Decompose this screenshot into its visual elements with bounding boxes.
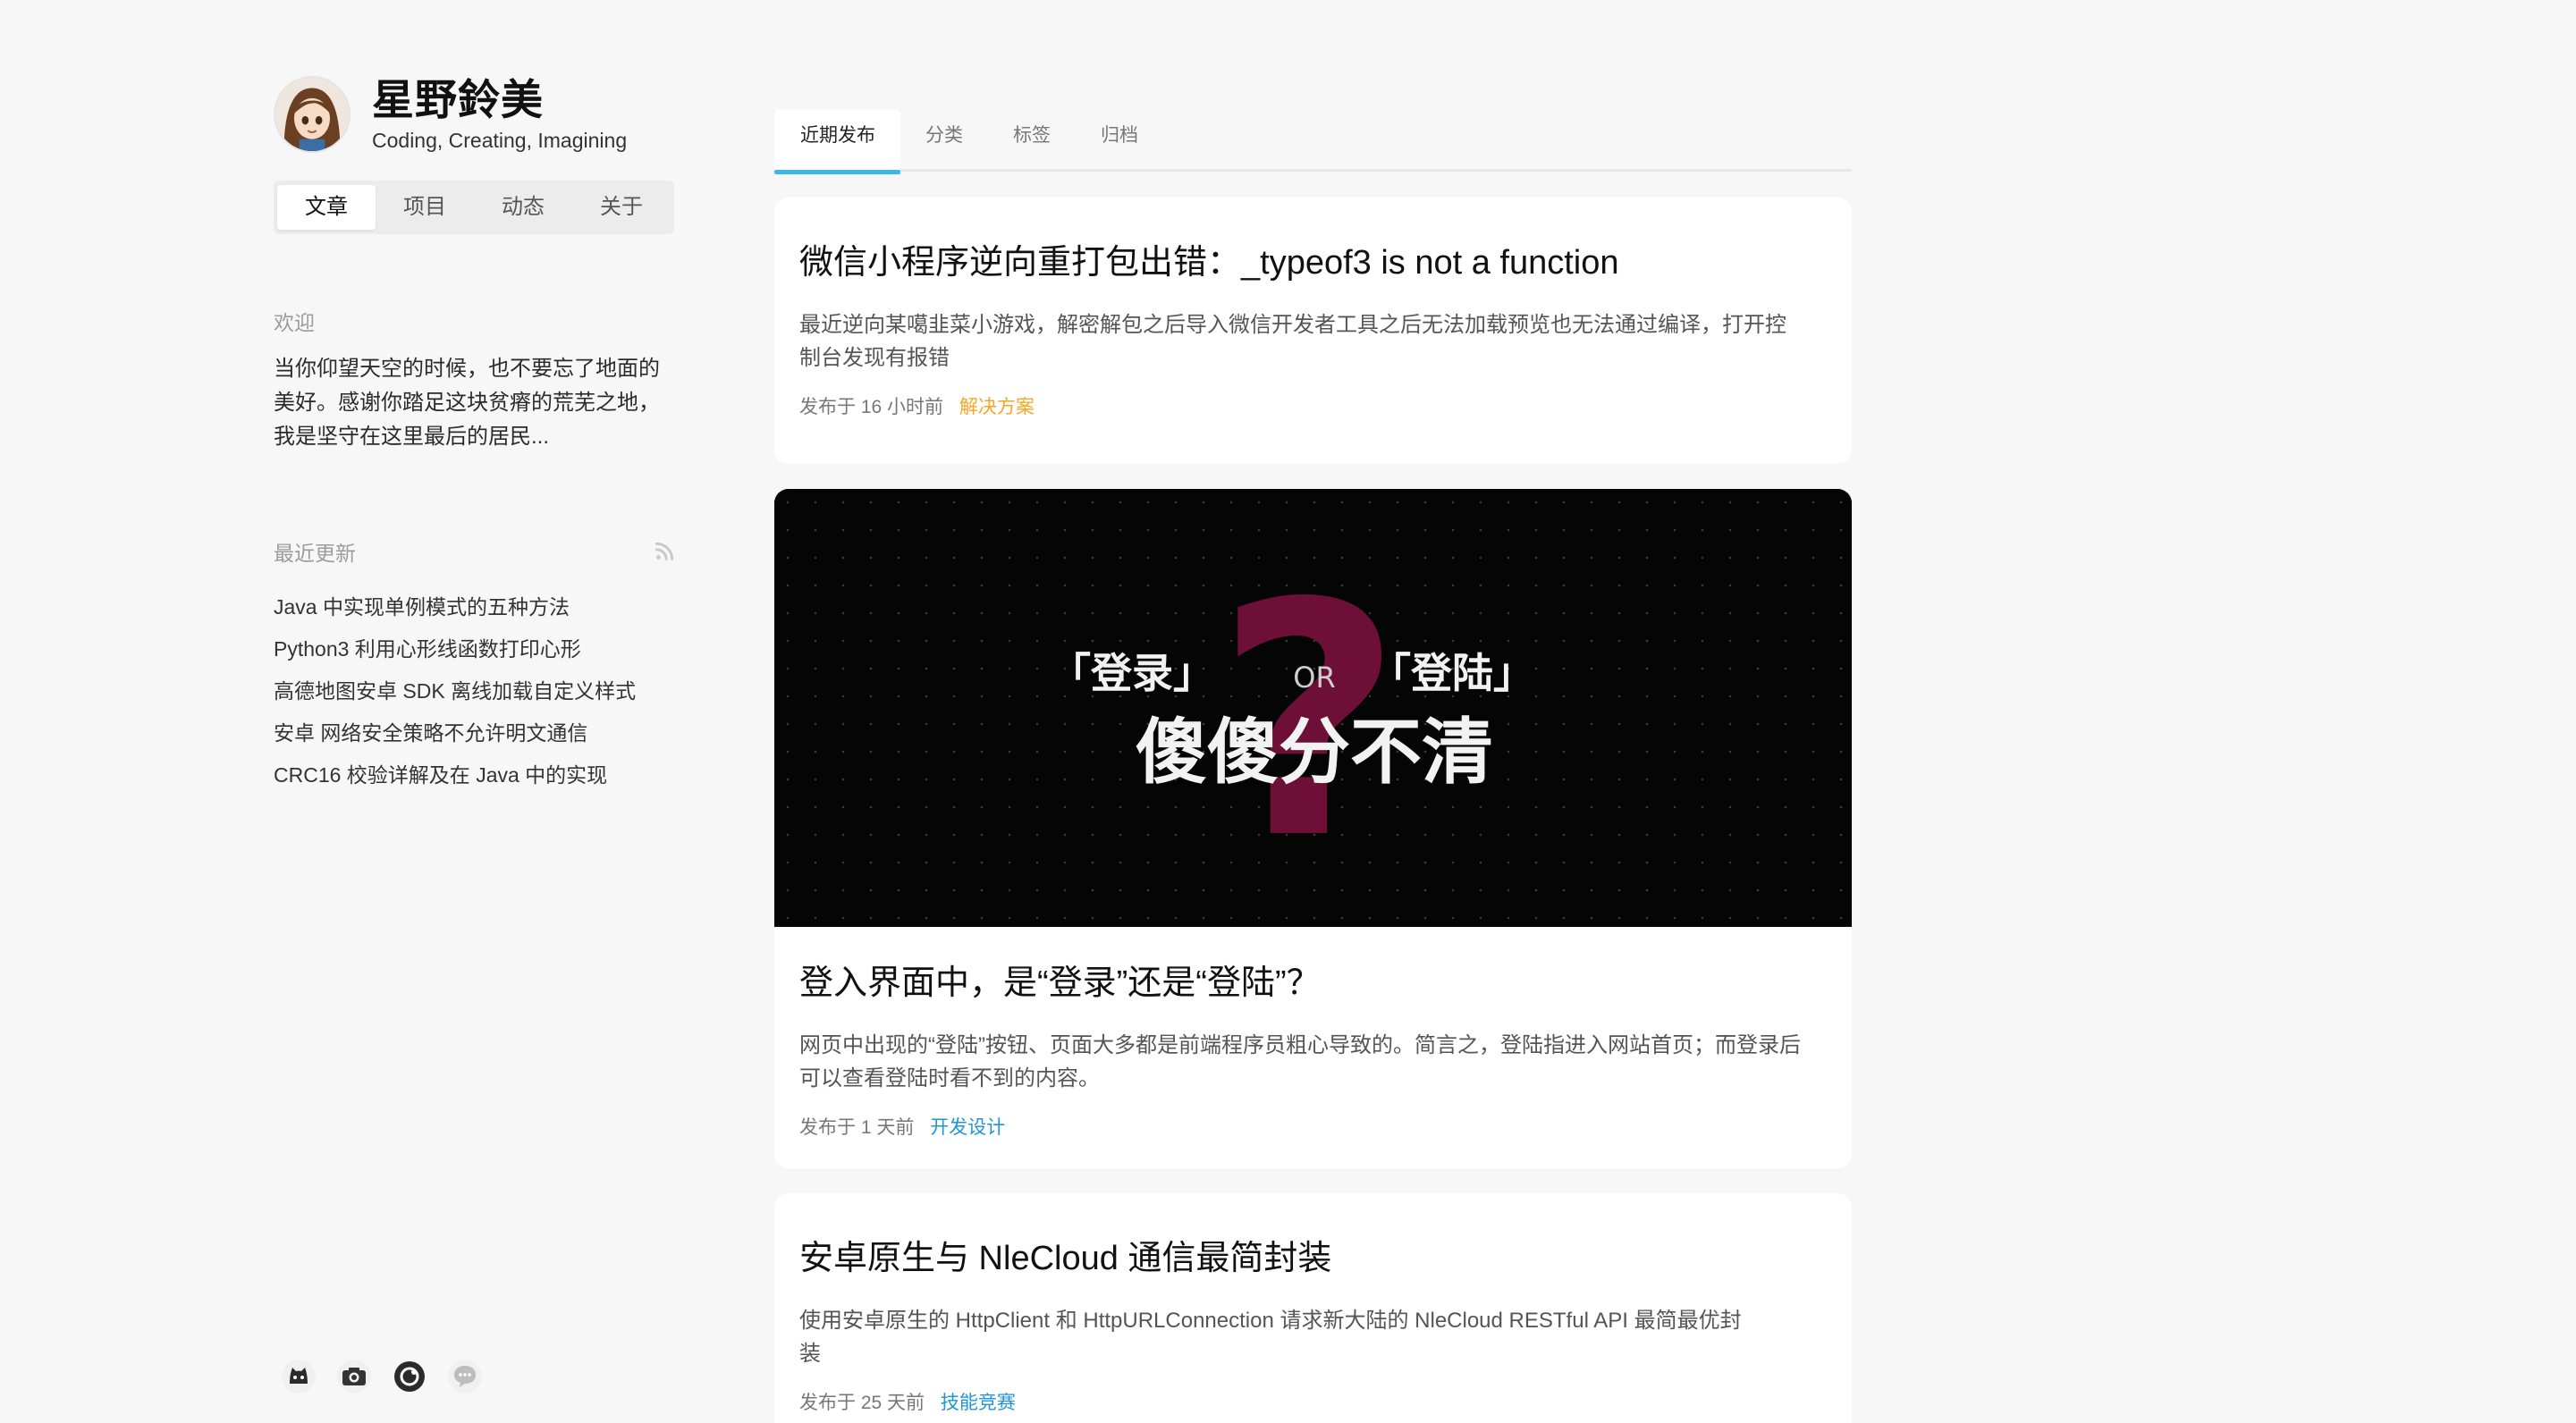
- post-excerpt: 使用安卓原生的 HttpClient 和 HttpURLConnection 请…: [799, 1304, 1827, 1370]
- welcome-text: 当你仰望天空的时候，也不要忘了地面的 美好。感谢你踏足这块贫瘠的荒芜之地， 我是…: [274, 352, 676, 454]
- avatar[interactable]: [274, 76, 351, 153]
- tab-categories[interactable]: 分类: [900, 109, 988, 172]
- cover-text-or: OR: [1293, 661, 1335, 695]
- site-motto: Coding, Creating, Imagining: [372, 129, 628, 152]
- post-tag[interactable]: 技能竞赛: [941, 1393, 1016, 1413]
- circle-logo-icon[interactable]: [392, 1359, 427, 1394]
- nav-item-articles[interactable]: 文章: [277, 185, 376, 230]
- github-icon[interactable]: [281, 1359, 317, 1394]
- cover-text-confused: 傻傻分不清: [1136, 711, 1493, 794]
- main-nav: 文章 项目 动态 关于: [274, 181, 674, 234]
- post-date: 发布于 16 小时前: [799, 397, 944, 417]
- profile: 星野鈴美 Coding, Creating, Imagining: [274, 75, 676, 154]
- tab-recent[interactable]: 近期发布: [774, 109, 900, 174]
- recent-title: 最近更新: [274, 542, 356, 565]
- excerpt-line: 使用安卓原生的 HttpClient 和 HttpURLConnection 请…: [799, 1309, 1742, 1333]
- welcome-line: 美好。感谢你踏足这块贫瘠的荒芜之地，: [274, 391, 660, 415]
- tab-archive[interactable]: 归档: [1076, 109, 1163, 172]
- excerpt-line: 制台发现有报错: [799, 346, 950, 370]
- post-card: 微信小程序逆向重打包出错：_typeof3 is not a function …: [774, 198, 1852, 464]
- post-date: 发布于 25 天前: [799, 1393, 925, 1413]
- rss-icon[interactable]: [653, 540, 676, 563]
- post-excerpt: 最近逆向某噶韭菜小游戏，解密解包之后导入微信开发者工具之后无法加载预览也无法通过…: [799, 308, 1827, 375]
- post-meta: 发布于 16 小时前 解决方案: [799, 392, 1827, 419]
- welcome-title: 欢迎: [274, 311, 315, 334]
- post-cover-image[interactable]: ? 「登录」 OR 「登陆」 傻傻分不清: [774, 489, 1852, 927]
- profile-text: 星野鈴美 Coding, Creating, Imagining: [372, 75, 627, 154]
- recent-updates: 最近更新 Java 中实现单例模式的五种方法 Python3 利用心形线函数打印…: [274, 536, 676, 796]
- post-card: 安卓原生与 NleCloud 通信最简封装 使用安卓原生的 HttpClient…: [774, 1193, 1852, 1423]
- camera-icon[interactable]: [336, 1359, 372, 1394]
- post-meta: 发布于 1 天前 开发设计: [799, 1113, 1827, 1140]
- post-date: 发布于 1 天前: [799, 1117, 915, 1138]
- page: 星野鈴美 Coding, Creating, Imagining 文章 项目 动…: [0, 0, 2576, 1423]
- post-title[interactable]: 微信小程序逆向重打包出错：_typeof3 is not a function: [799, 240, 1827, 285]
- site-name[interactable]: 星野鈴美: [372, 75, 627, 125]
- excerpt-line: 网页中出现的“登陆”按钮、页面大多都是前端程序员粗心导致的。简言之，登陆指进入网…: [799, 1033, 1801, 1057]
- recent-header: 最近更新: [274, 536, 676, 567]
- post-tabs: 近期发布 分类 标签 归档: [774, 109, 1852, 174]
- cover-graphic: ? 「登录」 OR 「登陆」 傻傻分不清: [774, 489, 1852, 927]
- nav-item-about[interactable]: 关于: [572, 185, 671, 230]
- recent-item[interactable]: 安卓 网络安全策略不允许明文通信: [274, 712, 676, 754]
- chat-icon[interactable]: [447, 1359, 483, 1394]
- recent-list: Java 中实现单例模式的五种方法 Python3 利用心形线函数打印心形 高德…: [274, 586, 676, 796]
- post-tag[interactable]: 开发设计: [930, 1117, 1005, 1138]
- social-links: [281, 1359, 503, 1394]
- excerpt-line: 最近逆向某噶韭菜小游戏，解密解包之后导入微信开发者工具之后无法加载预览也无法通过…: [799, 313, 1786, 337]
- cover-text-login: 「登录」: [1050, 649, 1214, 697]
- recent-item[interactable]: 高德地图安卓 SDK 离线加载自定义样式: [274, 670, 676, 712]
- recent-item[interactable]: CRC16 校验详解及在 Java 中的实现: [274, 754, 676, 796]
- recent-item[interactable]: Python3 利用心形线函数打印心形: [274, 628, 676, 670]
- nav-item-moments[interactable]: 动态: [474, 185, 572, 230]
- cover-text-land: 「登陆」: [1370, 649, 1534, 697]
- post-tag[interactable]: 解决方案: [959, 397, 1035, 417]
- excerpt-line: 装: [799, 1342, 821, 1366]
- tab-tags[interactable]: 标签: [988, 109, 1076, 172]
- main-content: 近期发布 分类 标签 归档 微信小程序逆向重打包出错：_typeof3 is n…: [774, 109, 1852, 1423]
- post-title[interactable]: 登入界面中，是“登录”还是“登陆”？: [799, 961, 1827, 1006]
- excerpt-line: 可以查看登陆时看不到的内容。: [799, 1066, 1100, 1090]
- nav-item-projects[interactable]: 项目: [376, 185, 474, 230]
- avatar-illustration: [275, 78, 349, 151]
- post-excerpt: 网页中出现的“登陆”按钮、页面大多都是前端程序员粗心导致的。简言之，登陆指进入网…: [799, 1029, 1827, 1095]
- welcome-line: 当你仰望天空的时候，也不要忘了地面的: [274, 357, 660, 381]
- post-meta: 发布于 25 天前 技能竞赛: [799, 1388, 1827, 1415]
- sidebar: 星野鈴美 Coding, Creating, Imagining 文章 项目 动…: [274, 75, 676, 1394]
- post-title[interactable]: 安卓原生与 NleCloud 通信最简封装: [799, 1236, 1827, 1281]
- welcome-section: 欢迎 当你仰望天空的时候，也不要忘了地面的 美好。感谢你踏足这块贫瘠的荒芜之地，…: [274, 306, 676, 454]
- recent-item[interactable]: Java 中实现单例模式的五种方法: [274, 586, 676, 628]
- post-card: ? 「登录」 OR 「登陆」 傻傻分不清 登入界面中，是“登录”还是“登陆”？ …: [774, 489, 1852, 1168]
- welcome-line: 我是坚守在这里最后的居民...: [274, 425, 550, 449]
